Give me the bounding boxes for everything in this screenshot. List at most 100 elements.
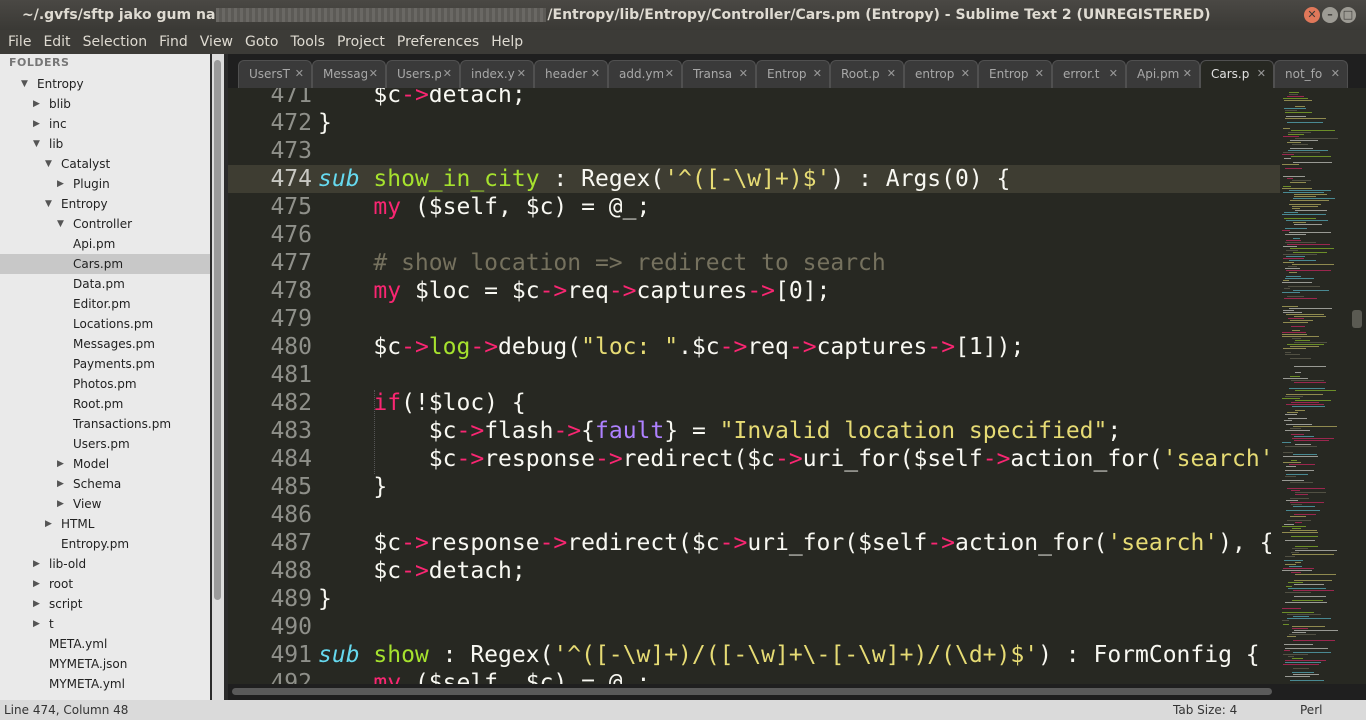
- syntax-indicator[interactable]: Perl: [1300, 700, 1322, 720]
- disclosure-closed-icon[interactable]: ▶: [33, 574, 40, 594]
- sidebar-file[interactable]: Api.pm: [0, 234, 210, 254]
- sidebar-folder[interactable]: ▶ blib: [0, 94, 210, 114]
- sidebar-folder[interactable]: ▶ View: [0, 494, 210, 514]
- sidebar-folder[interactable]: ▶ t: [0, 614, 210, 634]
- sidebar-file[interactable]: Cars.pm: [0, 254, 210, 274]
- tab[interactable]: index.y ✕: [460, 60, 534, 88]
- sidebar-folder[interactable]: ▼ lib: [0, 134, 210, 154]
- disclosure-open-icon[interactable]: ▼: [33, 134, 40, 154]
- tab-close-icon[interactable]: ✕: [295, 61, 304, 87]
- sidebar-folder[interactable]: ▶ inc: [0, 114, 210, 134]
- editor-vertical-scroll-thumb[interactable]: [1352, 310, 1362, 328]
- tab[interactable]: Entrop ✕: [756, 60, 830, 88]
- tab-close-icon[interactable]: ✕: [1109, 61, 1118, 87]
- sidebar-file[interactable]: Photos.pm: [0, 374, 210, 394]
- tab-close-icon[interactable]: ✕: [517, 61, 526, 87]
- disclosure-open-icon[interactable]: ▼: [21, 74, 28, 94]
- disclosure-closed-icon[interactable]: ▶: [33, 94, 40, 114]
- sidebar-file[interactable]: Data.pm: [0, 274, 210, 294]
- menu-selection[interactable]: Selection: [79, 30, 152, 54]
- disclosure-closed-icon[interactable]: ▶: [33, 554, 40, 574]
- sidebar-file[interactable]: Transactions.pm: [0, 414, 210, 434]
- tab-close-icon[interactable]: ✕: [443, 61, 452, 87]
- tab-close-icon[interactable]: ✕: [813, 61, 822, 87]
- tab[interactable]: Messag ✕: [312, 60, 386, 88]
- tab[interactable]: not_fo ✕: [1274, 60, 1348, 88]
- tab-close-icon[interactable]: ✕: [739, 61, 748, 87]
- tab[interactable]: Cars.p ✕: [1200, 60, 1274, 88]
- sidebar-folder[interactable]: ▶ Plugin: [0, 174, 210, 194]
- tab-close-icon[interactable]: ✕: [1035, 61, 1044, 87]
- tab[interactable]: Root.p ✕: [830, 60, 904, 88]
- sidebar-file[interactable]: Root.pm: [0, 394, 210, 414]
- close-window-icon[interactable]: ✕: [1304, 7, 1320, 23]
- sidebar-scroll-thumb[interactable]: [214, 60, 221, 600]
- sidebar-folder[interactable]: ▶ root: [0, 574, 210, 594]
- sidebar-file[interactable]: Users.pm: [0, 434, 210, 454]
- sidebar-file[interactable]: META.yml: [0, 634, 210, 654]
- tab[interactable]: UsersT ✕: [238, 60, 312, 88]
- menu-tools[interactable]: Tools: [286, 30, 329, 54]
- sidebar-folder[interactable]: ▼ Entropy: [0, 194, 210, 214]
- disclosure-closed-icon[interactable]: ▶: [45, 514, 52, 534]
- tab-close-icon[interactable]: ✕: [665, 61, 674, 87]
- sidebar-file[interactable]: Editor.pm: [0, 294, 210, 314]
- sidebar-folder[interactable]: ▶ Model: [0, 454, 210, 474]
- sidebar-file[interactable]: Payments.pm: [0, 354, 210, 374]
- sidebar-folder[interactable]: ▶ HTML: [0, 514, 210, 534]
- menu-edit[interactable]: Edit: [39, 30, 74, 54]
- code-editor[interactable]: 471 $c->detach; 472} 473 474 sub show_in_cit…: [228, 88, 1280, 684]
- sidebar-folder[interactable]: ▶ Schema: [0, 474, 210, 494]
- tab-close-icon[interactable]: ✕: [1257, 61, 1266, 87]
- tab[interactable]: Entrop ✕: [978, 60, 1052, 88]
- tab[interactable]: error.t ✕: [1052, 60, 1126, 88]
- sidebar-folder[interactable]: ▼ Controller: [0, 214, 210, 234]
- sidebar-file[interactable]: Entropy.pm: [0, 534, 210, 554]
- sidebar-file[interactable]: MYMETA.json: [0, 654, 210, 674]
- sidebar-scrollbar[interactable]: [212, 54, 224, 700]
- tab-close-icon[interactable]: ✕: [591, 61, 600, 87]
- tab[interactable]: entrop ✕: [904, 60, 978, 88]
- minimap[interactable]: [1280, 88, 1366, 688]
- menu-help[interactable]: Help: [487, 30, 527, 54]
- disclosure-closed-icon[interactable]: ▶: [33, 594, 40, 614]
- disclosure-open-icon[interactable]: ▼: [57, 214, 64, 234]
- menu-view[interactable]: View: [196, 30, 237, 54]
- disclosure-closed-icon[interactable]: ▶: [57, 474, 64, 494]
- disclosure-closed-icon[interactable]: ▶: [57, 174, 64, 194]
- menu-file[interactable]: File: [4, 30, 35, 54]
- minimize-window-icon[interactable]: –: [1322, 7, 1338, 23]
- sidebar-folder[interactable]: ▶ lib-old: [0, 554, 210, 574]
- maximize-window-icon[interactable]: □: [1340, 7, 1356, 23]
- tab-close-icon[interactable]: ✕: [961, 61, 970, 87]
- tab-close-icon[interactable]: ✕: [369, 61, 378, 87]
- disclosure-open-icon[interactable]: ▼: [45, 194, 52, 214]
- sidebar-folder[interactable]: ▼ Catalyst: [0, 154, 210, 174]
- sidebar-file[interactable]: MYMETA.yml: [0, 674, 210, 694]
- tab[interactable]: Transa ✕: [682, 60, 756, 88]
- tab[interactable]: Api.pm ✕: [1126, 60, 1200, 88]
- editor-horizontal-scrollbar[interactable]: [228, 684, 1366, 700]
- sidebar-folder[interactable]: ▼ Entropy: [0, 74, 210, 94]
- tab-close-icon[interactable]: ✕: [1331, 61, 1340, 87]
- minimap-line: [1286, 276, 1301, 277]
- sidebar-folder[interactable]: ▶ script: [0, 594, 210, 614]
- tab[interactable]: add.ym ✕: [608, 60, 682, 88]
- disclosure-closed-icon[interactable]: ▶: [57, 494, 64, 514]
- menu-project[interactable]: Project: [333, 30, 389, 54]
- tab[interactable]: header ✕: [534, 60, 608, 88]
- menu-goto[interactable]: Goto: [241, 30, 282, 54]
- menu-preferences[interactable]: Preferences: [393, 30, 483, 54]
- disclosure-open-icon[interactable]: ▼: [45, 154, 52, 174]
- sidebar-file[interactable]: Messages.pm: [0, 334, 210, 354]
- disclosure-closed-icon[interactable]: ▶: [33, 114, 40, 134]
- menu-find[interactable]: Find: [155, 30, 192, 54]
- disclosure-closed-icon[interactable]: ▶: [33, 614, 40, 634]
- tab[interactable]: Users.p ✕: [386, 60, 460, 88]
- horizontal-scroll-thumb[interactable]: [232, 688, 1272, 695]
- disclosure-closed-icon[interactable]: ▶: [57, 454, 64, 474]
- sidebar-file[interactable]: Locations.pm: [0, 314, 210, 334]
- tab-size-indicator[interactable]: Tab Size: 4: [1173, 700, 1237, 720]
- tab-close-icon[interactable]: ✕: [887, 61, 896, 87]
- tab-close-icon[interactable]: ✕: [1183, 61, 1192, 87]
